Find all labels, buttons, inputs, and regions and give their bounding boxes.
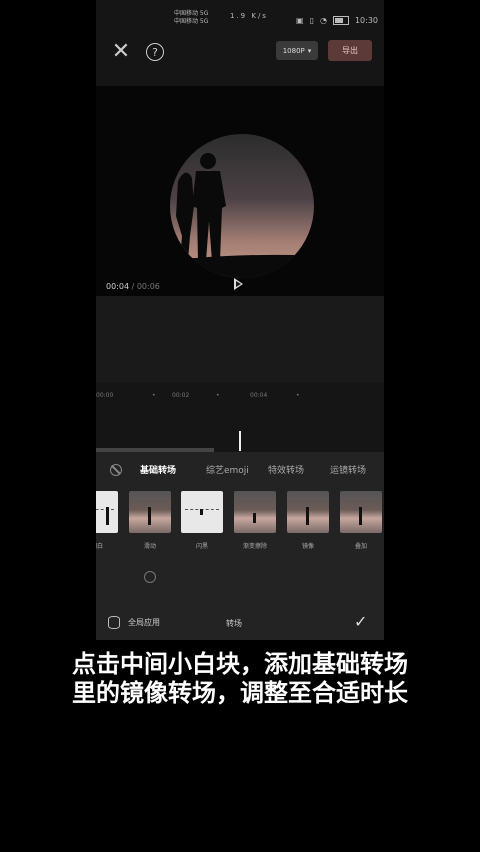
tab-camera[interactable]: 运镜转场 (330, 463, 366, 476)
status-bar: 中国移动 5G 中国移动 5G 1.9 K/s ▣ ▯ ◔ 10:30 (96, 6, 384, 32)
vibrate-icon: ▯ (309, 16, 314, 25)
transition-list: 闪白 滑动 闪黑 渐变擦除 镜像 叠加 (96, 491, 384, 561)
transition-label: 滑动 (143, 543, 156, 550)
ruler-tick-1: 00:00 (96, 392, 114, 399)
nfc-icon: ▣ (296, 16, 304, 25)
tab-basic[interactable]: 基础转场 (140, 463, 176, 476)
transition-item-flash-black[interactable] (181, 491, 223, 533)
apply-all-button[interactable]: 全局应用 (108, 616, 160, 629)
help-icon[interactable]: ? (146, 43, 164, 61)
caption-line-1: 点击中间小白块，添加基础转场 (72, 650, 408, 678)
clock: 10:30 (354, 16, 379, 25)
battery-icon (332, 16, 349, 25)
time-display: 00:04 / 00:06 (106, 282, 160, 291)
transition-label: 渐变擦除 (242, 543, 267, 550)
ruler-dot-1: • (152, 392, 156, 399)
resolution-label: 1080P (282, 46, 305, 55)
panel-title: 转场 (226, 619, 242, 628)
close-icon[interactable]: ✕ (110, 39, 132, 64)
transition-item-slide[interactable] (129, 491, 171, 533)
transition-label: 闪白 (96, 543, 103, 550)
carrier-2: 中国移动 5G (174, 18, 209, 25)
apply-all-label: 全局应用 (128, 618, 160, 627)
tab-effects[interactable]: 特效转场 (268, 463, 304, 476)
playhead[interactable] (239, 431, 241, 451)
transition-label: 闪黑 (195, 543, 208, 550)
total-time: 00:06 (136, 282, 160, 291)
ruler-dot-3: • (296, 392, 300, 399)
status-icons: ▣ ▯ ◔ 10:30 (296, 16, 378, 25)
duration-slider-handle[interactable] (144, 571, 156, 583)
chevron-down-icon: ▾ (307, 46, 312, 55)
current-time: 00:04 (106, 282, 130, 291)
wifi-icon: ◔ (319, 16, 327, 25)
check-icon[interactable]: ✓ (354, 612, 367, 631)
ruler-tick-3: 00:04 (250, 392, 268, 399)
network-speed: 1.9 K/s (230, 12, 268, 20)
transition-label: 镜像 (301, 543, 314, 550)
transition-item-overlay[interactable] (340, 491, 382, 533)
transition-label: 叠加 (354, 543, 367, 550)
video-preview[interactable] (96, 86, 384, 382)
phone-screen: 中国移动 5G 中国移动 5G 1.9 K/s ▣ ▯ ◔ 10:30 ✕ ? … (96, 0, 384, 640)
caption-line-2: 里的镜像转场，调整至合适时长 (72, 679, 408, 707)
play-icon-inner (236, 281, 241, 287)
resolution-button[interactable]: 1080P ▾ (276, 41, 318, 60)
carrier-1: 中国移动 5G (174, 10, 209, 17)
transition-item-flash-white[interactable] (96, 491, 118, 533)
carrier-info: 中国移动 5G 中国移动 5G (174, 10, 208, 26)
time-separator: / (129, 282, 137, 291)
tutorial-caption: 点击中间小白块，添加基础转场 里的镜像转场，调整至合适时长 (0, 650, 480, 708)
ruler-tick-2: 00:02 (172, 392, 190, 399)
preview-band (96, 296, 384, 382)
transition-item-mirror[interactable] (287, 491, 329, 533)
stack-icon (108, 616, 120, 629)
timeline-ruler: 00:00 • 00:02 • 00:04 • (96, 390, 384, 404)
panel-footer: 全局应用 转场 ✓ (96, 608, 384, 638)
transition-tabs: 基础转场 综艺emoji 特效转场 运镜转场 (96, 460, 384, 480)
transition-item-gradient-wipe[interactable] (234, 491, 276, 533)
preview-image (170, 134, 314, 278)
export-button[interactable]: 导出 (328, 40, 372, 61)
transition-panel: 基础转场 综艺emoji 特效转场 运镜转场 闪白 滑动 闪黑 渐变擦除 镜像 … (96, 452, 384, 640)
tab-emoji[interactable]: 综艺emoji (206, 463, 249, 476)
person-head (200, 153, 216, 169)
ruler-dot-2: • (216, 392, 220, 399)
